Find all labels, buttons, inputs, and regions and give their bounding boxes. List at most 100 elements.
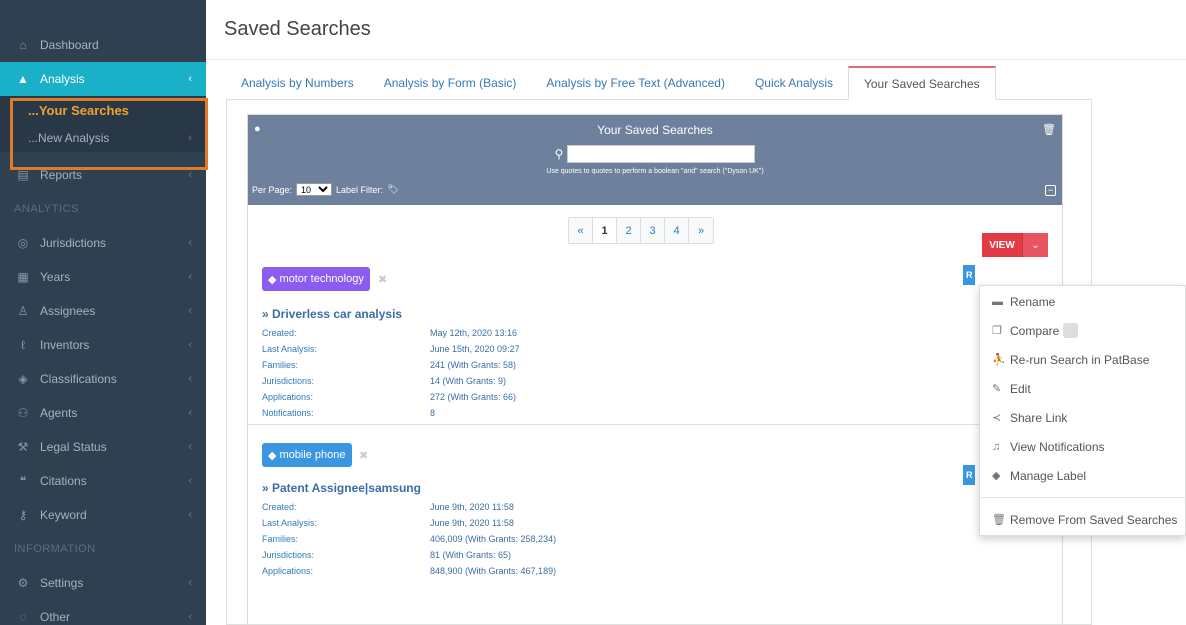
sidebar-item-keyword[interactable]: ⚷ Keyword ‹: [0, 498, 206, 532]
menu-item-compare[interactable]: ❐ Compare: [980, 316, 1185, 345]
page-prev[interactable]: «: [569, 218, 593, 243]
rerun-button[interactable]: R: [963, 265, 975, 285]
sidebar-item-legal-status[interactable]: ⚒ Legal Status ‹: [0, 430, 206, 464]
search-title-link[interactable]: » Driverless car analysis: [262, 307, 402, 321]
remove-tag-icon[interactable]: ✖: [378, 273, 387, 286]
tag-icon: ◆: [268, 449, 277, 462]
menu-item-label: View Notifications: [1010, 439, 1105, 454]
chevron-left-icon: ‹: [188, 509, 192, 521]
calendar-icon: ▦: [17, 270, 29, 284]
sidebar-item-settings[interactable]: ⚙ Settings ‹: [0, 566, 206, 600]
sidebar-item-classifications[interactable]: ◈ Classifications ‹: [0, 362, 206, 396]
detail-row: Created: May 12th, 2020 13:16: [262, 325, 520, 341]
page-1[interactable]: 1: [593, 218, 617, 243]
label-tag[interactable]: ◆ motor technology: [262, 267, 370, 291]
running-icon: ⛹: [992, 354, 1006, 366]
sidebar-item-reports[interactable]: ▤ Reports ‹: [0, 158, 206, 192]
sidebar-item-agents[interactable]: ⚇ Agents ‹: [0, 396, 206, 430]
sidebar-item-label: Other: [40, 610, 71, 624]
tags-icon: ◆: [992, 470, 1001, 482]
view-button[interactable]: VIEW: [982, 233, 1022, 257]
menu-item-rerun-search[interactable]: ⛹ Re-run Search in PatBase: [980, 345, 1185, 374]
gavel-icon: ⚒: [17, 440, 29, 454]
edit-icon: ✎: [992, 383, 1002, 395]
detail-row: Created: June 9th, 2020 11:58: [262, 499, 556, 515]
chevron-left-icon: ‹: [188, 169, 192, 181]
circle-icon: ◌: [19, 610, 27, 624]
search-details: Created: June 9th, 2020 11:58 Last Analys…: [262, 499, 556, 579]
sidebar-item-assignees[interactable]: ♙ Assignees ‹: [0, 294, 206, 328]
rerun-button[interactable]: R: [963, 465, 975, 485]
sidebar-item-label: Settings: [40, 576, 84, 590]
analysis-submenu: ...Your Searches ...New Analysis ‹: [0, 96, 206, 152]
menu-item-rename[interactable]: ▬ Rename: [980, 287, 1185, 316]
detail-key: Created:: [262, 328, 297, 338]
detail-row: Jurisdictions: 81 (With Grants: 65): [262, 547, 556, 563]
menu-item-manage-label[interactable]: ◆ Manage Label: [980, 461, 1185, 490]
tab-analysis-by-free-text[interactable]: Analysis by Free Text (Advanced): [531, 66, 740, 99]
globe-icon: ◎: [17, 236, 29, 250]
detail-value: 848,900 (With Grants: 467,189): [430, 566, 557, 576]
sidebar-item-dashboard[interactable]: ⌂ Dashboard: [0, 28, 206, 62]
search-input[interactable]: [567, 145, 756, 163]
sidebar-item-inventors[interactable]: ℓ Inventors ‹: [0, 328, 206, 362]
chevron-left-icon: ‹: [188, 271, 192, 283]
detail-key: Jurisdictions:: [262, 550, 315, 560]
sidebar-item-label: Analysis: [40, 72, 85, 86]
search-title-link[interactable]: » Patent Assignee|samsung: [262, 481, 421, 495]
detail-key: Applications:: [262, 392, 314, 402]
area-chart-icon: ▲: [17, 72, 29, 86]
tab-analysis-by-form[interactable]: Analysis by Form (Basic): [369, 66, 532, 99]
page-4[interactable]: 4: [665, 218, 689, 243]
saved-search-item: ◆ motor technology ✖ » Driverless car an…: [248, 257, 1062, 425]
key-icon: ⚷: [18, 508, 28, 522]
search-row: ⚲: [248, 145, 1062, 163]
sidebar-item-years[interactable]: ▦ Years ‹: [0, 260, 206, 294]
page-2[interactable]: 2: [617, 218, 641, 243]
chevron-left-icon: ‹: [188, 132, 192, 144]
search-hint: Use quotes to quotes to perform a boolea…: [546, 168, 764, 175]
detail-row: Jurisdictions: 14 (With Grants: 9): [262, 373, 520, 389]
menu-item-share-link[interactable]: ≺ Share Link: [980, 403, 1185, 432]
chevron-left-icon: ‹: [188, 339, 192, 351]
menu-item-view-notifications[interactable]: ♫ View Notifications: [980, 432, 1185, 461]
remove-tag-icon[interactable]: ✖: [359, 449, 368, 462]
label-filter-label: Label Filter:: [336, 184, 384, 195]
sidebar-item-label: Dashboard: [40, 38, 99, 52]
sidebar-item-new-analysis[interactable]: ...New Analysis ‹: [0, 124, 206, 152]
per-page-select[interactable]: 10: [296, 183, 333, 196]
trash-icon[interactable]: 🗑: [1042, 123, 1056, 136]
sidebar-item-label: ...Your Searches: [28, 102, 129, 118]
tag-icon[interactable]: 🏷: [387, 184, 398, 195]
tag-edit-icon: ▬: [992, 295, 1003, 308]
menu-item-remove[interactable]: 🗑 Remove From Saved Searches: [980, 505, 1185, 534]
label-tag-text: motor technology: [279, 273, 364, 285]
sidebar-item-citations[interactable]: ❝ Citations ‹: [0, 464, 206, 498]
sidebar-top: [0, 0, 206, 10]
sidebar-item-analysis[interactable]: ▲ Analysis ‹: [0, 62, 206, 96]
view-dropdown-toggle[interactable]: ⌄: [1022, 233, 1048, 257]
menu-item-label: Rename: [1010, 294, 1056, 309]
page-3[interactable]: 3: [641, 218, 665, 243]
label-tag[interactable]: ◆ mobile phone: [262, 443, 352, 467]
home-icon: ⌂: [19, 38, 27, 52]
detail-key: Families:: [262, 534, 299, 544]
detail-row: Applications: 848,900 (With Grants: 467,1…: [262, 563, 556, 579]
gear-icon: ⚙: [17, 576, 29, 590]
page-next[interactable]: »: [689, 218, 713, 243]
detail-key: Applications:: [262, 566, 314, 576]
menu-item-edit[interactable]: ✎ Edit: [980, 374, 1185, 403]
sidebar-item-label: Legal Status: [40, 440, 107, 454]
sidebar-item-other[interactable]: ◌ Other ‹: [0, 600, 206, 625]
detail-key: Jurisdictions:: [262, 376, 315, 386]
menu-item-label: Edit: [1010, 381, 1031, 396]
collapse-icon[interactable]: −: [1045, 185, 1056, 196]
tab-quick-analysis[interactable]: Quick Analysis: [740, 66, 848, 99]
tab-analysis-by-numbers[interactable]: Analysis by Numbers: [226, 66, 369, 99]
menu-item-label: Remove From Saved Searches: [1010, 512, 1178, 527]
menu-item-label: Compare: [1010, 323, 1060, 338]
tab-your-saved-searches[interactable]: Your Saved Searches: [847, 66, 996, 100]
detail-row: Last Analysis: June 9th, 2020 11:58: [262, 515, 556, 531]
sidebar-item-your-searches[interactable]: ...Your Searches: [0, 96, 206, 124]
sidebar-item-jurisdictions[interactable]: ◎ Jurisdictions ‹: [0, 226, 206, 260]
